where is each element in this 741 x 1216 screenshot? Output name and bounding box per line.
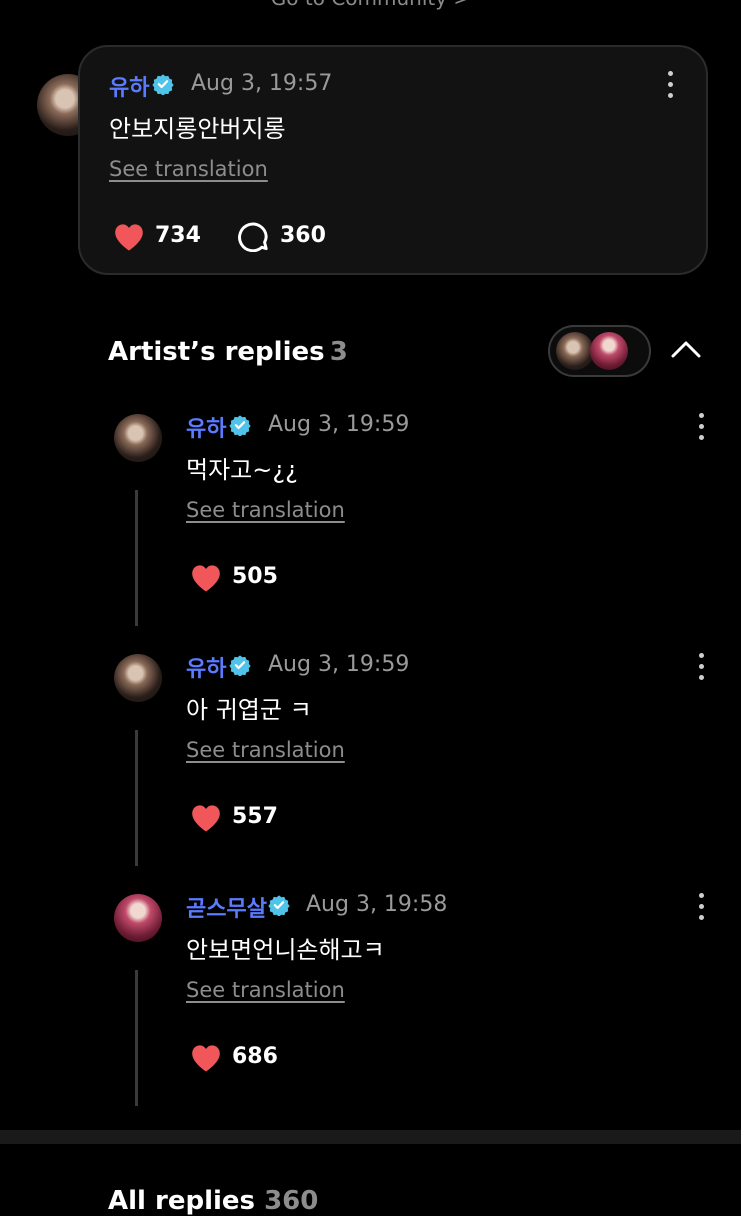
artist-replies-title: Artist’s replies xyxy=(108,337,325,367)
reply-author-name[interactable]: 유하 xyxy=(186,411,226,443)
reply-avatar[interactable] xyxy=(114,414,162,462)
post-more-icon[interactable] xyxy=(668,71,674,98)
thread-line xyxy=(135,970,138,1106)
reply-time: Aug 3, 19:59 xyxy=(268,652,410,677)
heart-icon[interactable] xyxy=(188,1041,224,1073)
all-replies-title: All replies xyxy=(108,1186,255,1216)
post-author-name[interactable]: 유하 xyxy=(109,70,149,102)
reply-text: 아 귀엽군 ㅋ xyxy=(186,696,312,724)
reply-time: Aug 3, 19:59 xyxy=(268,412,410,437)
reply-time: Aug 3, 19:58 xyxy=(306,892,448,917)
verified-badge-icon xyxy=(152,74,174,95)
all-replies-count: 360 xyxy=(264,1186,319,1216)
reply-text: 안보면언니손해고ㅋ xyxy=(186,936,385,964)
go-to-community-link[interactable]: Go to Community > xyxy=(0,0,741,10)
reply-avatar[interactable] xyxy=(114,894,162,942)
filter-avatar-2 xyxy=(590,332,628,370)
reply-see-translation[interactable]: See translation xyxy=(186,498,345,522)
post-text: 안보지롱안버지롱 xyxy=(109,115,286,143)
reply-more-icon[interactable] xyxy=(699,413,705,440)
artist-replies-header: Artist’s replies 3 xyxy=(108,337,348,367)
section-divider xyxy=(0,1130,741,1144)
all-replies-header: All replies 360 xyxy=(108,1186,318,1216)
verified-badge-icon xyxy=(229,655,251,676)
post-see-translation[interactable]: See translation xyxy=(109,157,268,181)
reply-see-translation[interactable]: See translation xyxy=(186,978,345,1002)
reply-like-count: 686 xyxy=(232,1044,278,1069)
thread-line xyxy=(135,730,138,866)
artist-replies-count: 3 xyxy=(329,337,348,367)
post-like-count: 734 xyxy=(155,223,201,248)
post-comment-count: 360 xyxy=(280,223,326,248)
heart-icon[interactable] xyxy=(111,220,147,252)
verified-badge-icon xyxy=(229,415,251,436)
reply-see-translation[interactable]: See translation xyxy=(186,738,345,762)
filter-avatar-1 xyxy=(556,332,594,370)
verified-badge-icon xyxy=(268,895,290,916)
reply-like-count: 557 xyxy=(232,804,278,829)
reply-more-icon[interactable] xyxy=(699,893,705,920)
reply-author-name[interactable]: 곧스무살 xyxy=(186,891,267,923)
reply-avatar[interactable] xyxy=(114,654,162,702)
heart-icon[interactable] xyxy=(188,561,224,593)
heart-icon[interactable] xyxy=(188,801,224,833)
reply-author-name[interactable]: 유하 xyxy=(186,651,226,683)
comment-icon[interactable] xyxy=(237,220,270,252)
chevron-up-icon[interactable] xyxy=(670,338,702,360)
reply-like-count: 505 xyxy=(232,564,278,589)
post-time: Aug 3, 19:57 xyxy=(191,71,333,96)
reply-text: 먹자고~¿¿ xyxy=(186,456,298,484)
thread-line xyxy=(135,490,138,626)
reply-more-icon[interactable] xyxy=(699,653,705,680)
